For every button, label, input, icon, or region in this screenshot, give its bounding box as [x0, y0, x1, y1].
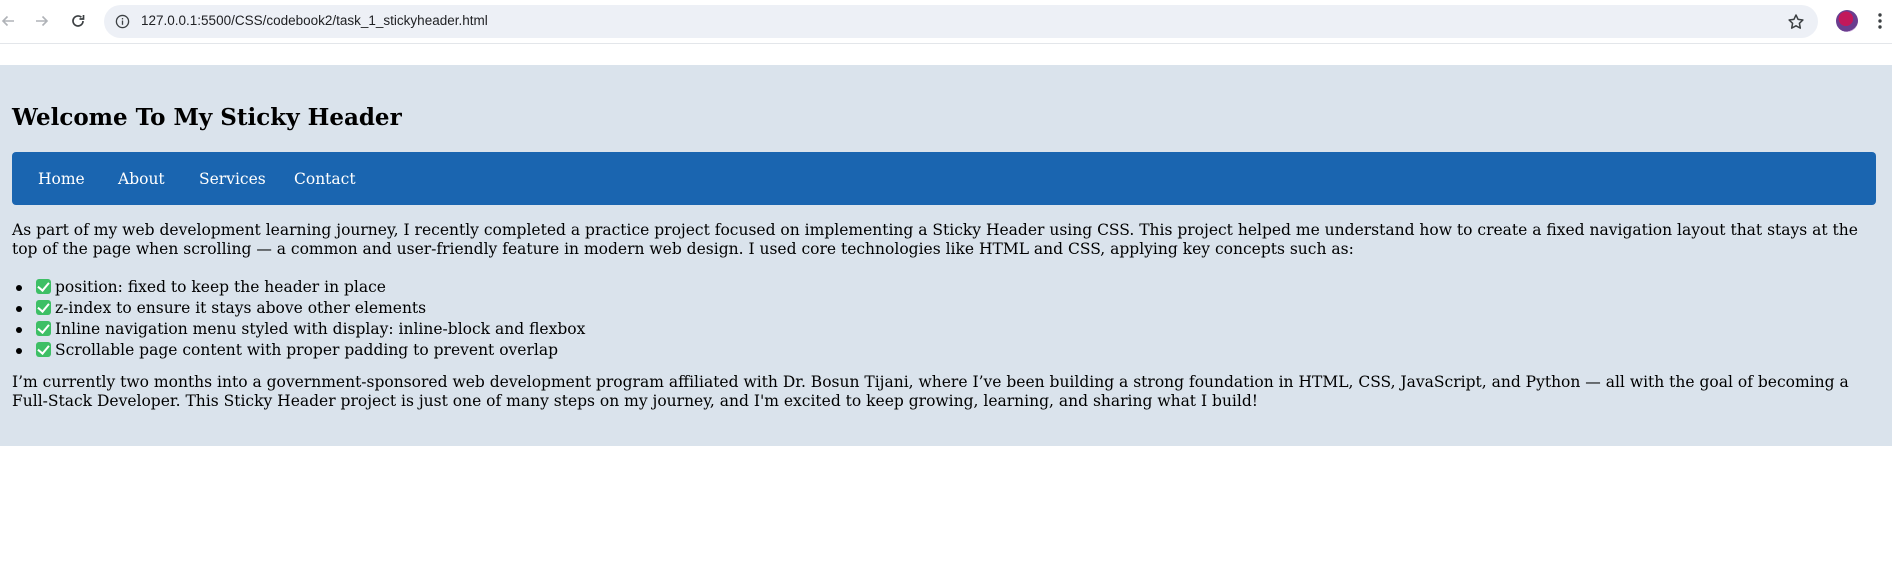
kebab-menu-icon[interactable]: [1872, 10, 1888, 32]
list-item-text: z-index to ensure it stays above other e…: [55, 299, 427, 317]
nav-link-home[interactable]: Home: [38, 170, 85, 188]
list-item-text: position: fixed to keep the header in pl…: [55, 278, 386, 296]
browser-toolbar: 127.0.0.1:5500/CSS/codebook2/task_1_stic…: [0, 0, 1892, 44]
concepts-list: position: fixed to keep the header in pl…: [15, 277, 586, 361]
sticky-nav: Home About Services Contact: [12, 152, 1876, 205]
check-mark-icon: [36, 300, 51, 315]
check-mark-icon: [36, 279, 51, 294]
page-content: Welcome To My Sticky Header Home About S…: [0, 65, 1892, 446]
list-item-text: Inline navigation menu styled with displ…: [55, 320, 586, 338]
nav-link-about[interactable]: About: [118, 170, 165, 188]
address-bar[interactable]: 127.0.0.1:5500/CSS/codebook2/task_1_stic…: [104, 5, 1818, 38]
nav-link-services[interactable]: Services: [199, 170, 266, 188]
nav-link-contact[interactable]: Contact: [294, 170, 356, 188]
intro-paragraph: As part of my web development learning j…: [12, 221, 1858, 258]
star-icon[interactable]: [1786, 12, 1806, 32]
reload-icon[interactable]: [67, 10, 89, 32]
outro-paragraph: I’m currently two months into a governme…: [12, 373, 1849, 410]
avatar[interactable]: [1836, 10, 1858, 32]
list-item: Inline navigation menu styled with displ…: [15, 319, 586, 340]
page-title: Welcome To My Sticky Header: [12, 104, 402, 131]
back-arrow-icon[interactable]: [0, 10, 19, 32]
forward-arrow-icon[interactable]: [31, 10, 53, 32]
list-item: position: fixed to keep the header in pl…: [15, 277, 585, 298]
check-mark-icon: [36, 342, 51, 357]
list-item: z-index to ensure it stays above other e…: [15, 298, 585, 319]
url-text[interactable]: 127.0.0.1:5500/CSS/codebook2/task_1_stic…: [141, 13, 488, 28]
list-item: Scrollable page content with proper padd…: [15, 340, 585, 361]
check-mark-icon: [36, 321, 51, 336]
info-icon[interactable]: [114, 13, 131, 30]
list-item-text: Scrollable page content with proper padd…: [55, 341, 559, 359]
